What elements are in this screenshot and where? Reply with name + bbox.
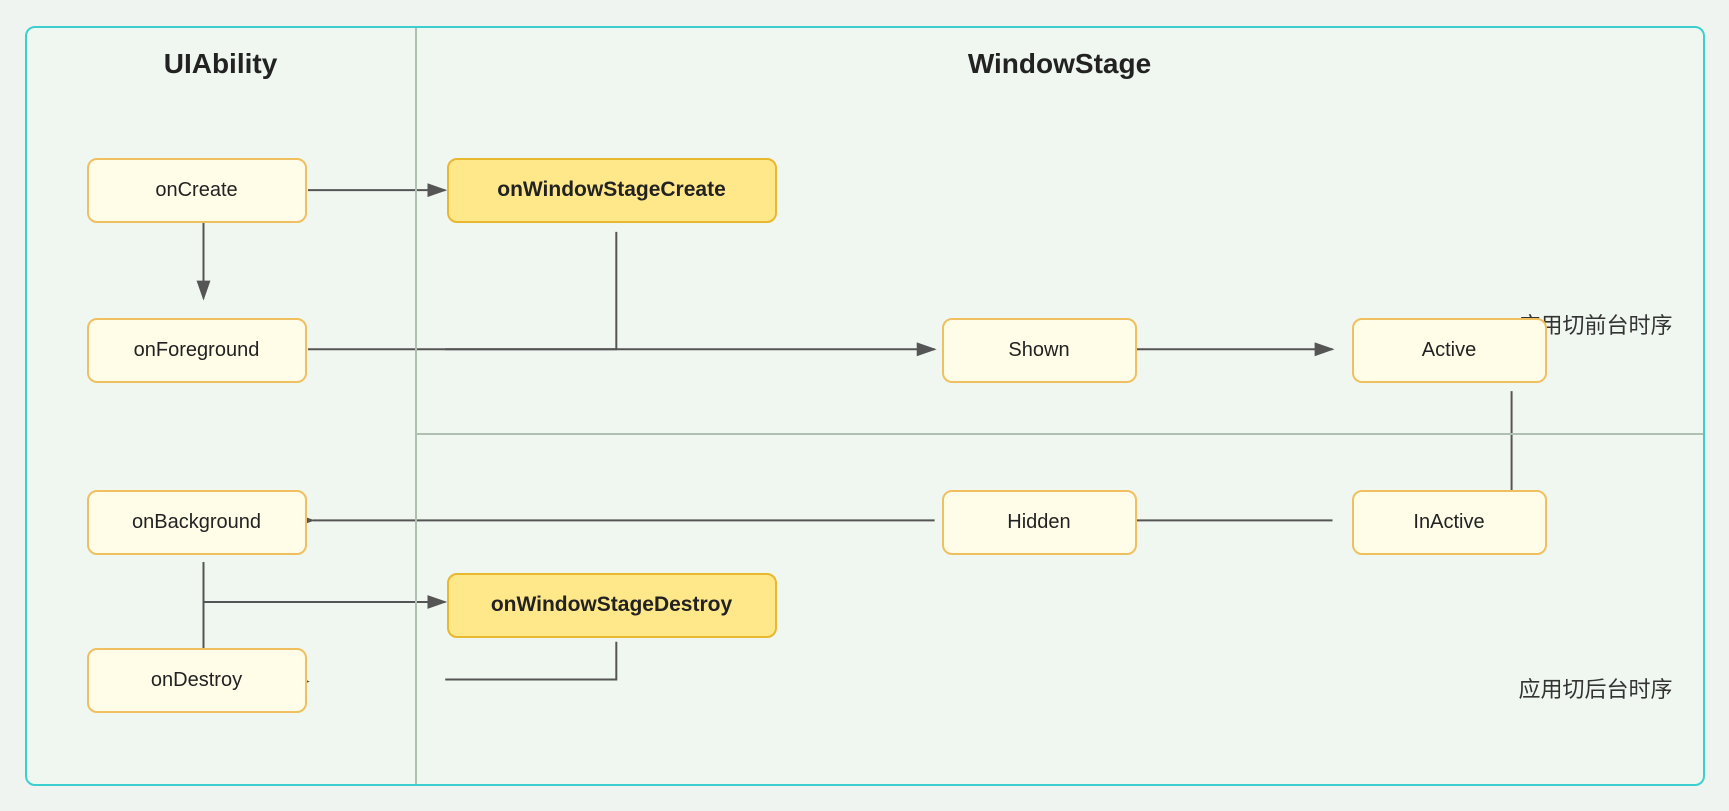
node-onDestroy: onDestroy (87, 648, 307, 713)
panel-left: UIAbility onCreate onForeground onBackgr… (27, 28, 417, 784)
title-left: UIAbility (47, 48, 395, 80)
node-hidden: Hidden (942, 490, 1137, 555)
divider-horizontal (417, 433, 1703, 435)
node-onWindowStageDestroy: onWindowStageDestroy (447, 573, 777, 638)
node-onCreate: onCreate (87, 158, 307, 223)
title-right: WindowStage (437, 48, 1683, 80)
diagram-wrapper: UIAbility onCreate onForeground onBackgr… (25, 26, 1705, 786)
node-inactive: InActive (1352, 490, 1547, 555)
label-background-sequence: 应用切后台时序 (1518, 672, 1672, 704)
node-onForeground: onForeground (87, 318, 307, 383)
panel-right: WindowStage 应用切前台时序 应用切后台时序 onWindowStag… (417, 28, 1703, 784)
node-active: Active (1352, 318, 1547, 383)
node-shown: Shown (942, 318, 1137, 383)
node-onBackground: onBackground (87, 490, 307, 555)
node-onWindowStageCreate: onWindowStageCreate (447, 158, 777, 223)
